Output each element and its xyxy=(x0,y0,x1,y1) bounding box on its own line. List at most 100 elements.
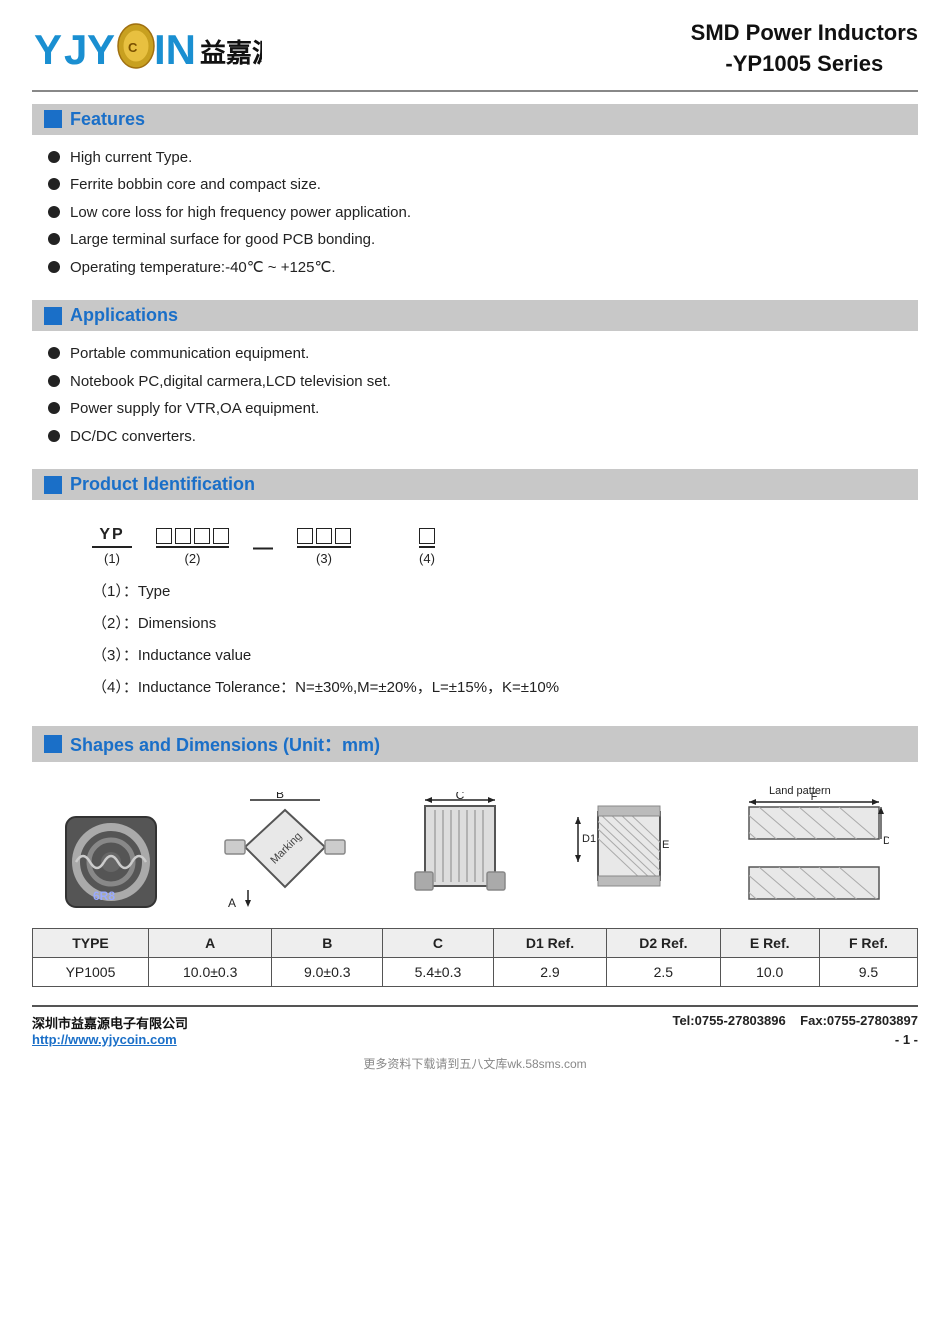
bullet-icon xyxy=(48,151,60,163)
product-id-title: Product Identification xyxy=(70,474,255,495)
inductor-svg: 6R8 xyxy=(61,812,161,912)
product-id-diagram: YP (1) (2) — (3) xyxy=(32,508,918,572)
svg-text:Land pattern: Land pattern xyxy=(769,785,831,797)
pid-group-4: (4) xyxy=(419,528,435,566)
svg-text:A: A xyxy=(228,896,236,910)
svg-text:B: B xyxy=(276,792,284,801)
bullet-icon xyxy=(48,261,60,273)
shapes-title: Shapes and Dimensions (Unit：mm) xyxy=(70,731,380,757)
company-name: 深圳市益嘉源电子有限公司 xyxy=(32,1013,188,1032)
logo-svg: Y J Y C IN 益嘉源 xyxy=(32,18,262,76)
footer-tel: Tel:0755-27803896 xyxy=(672,1013,785,1028)
cell-f: 9.5 xyxy=(819,958,917,987)
logo-area: Y J Y C IN 益嘉源 xyxy=(32,18,262,76)
svg-text:C: C xyxy=(456,792,465,802)
footer: 深圳市益嘉源电子有限公司 http://www.yjycoin.com Tel:… xyxy=(32,1005,918,1047)
table-header-type: TYPE xyxy=(33,929,149,958)
table-header-d1: D1 Ref. xyxy=(493,929,606,958)
pid-box xyxy=(213,528,229,544)
pid-boxes-2 xyxy=(156,528,229,548)
front-view-svg-wrapper: C xyxy=(410,792,510,912)
table-row: YP1005 10.0±0.3 9.0±0.3 5.4±0.3 2.9 2.5 … xyxy=(33,958,918,987)
svg-text:F: F xyxy=(811,791,818,803)
features-section-bar: Features xyxy=(32,104,918,135)
pid-box xyxy=(194,528,210,544)
cell-a: 10.0±0.3 xyxy=(148,958,271,987)
cell-d1: 2.9 xyxy=(493,958,606,987)
bullet-icon xyxy=(48,206,60,218)
product-id-section-bar: Product Identification xyxy=(32,469,918,500)
svg-text:E: E xyxy=(662,839,669,851)
svg-text:J: J xyxy=(64,26,87,73)
svg-text:6R8: 6R8 xyxy=(93,889,115,903)
product-id-icon xyxy=(44,476,62,494)
dimensions-table: TYPE A B C D1 Ref. D2 Ref. E Ref. F Ref.… xyxy=(32,928,918,987)
bullet-icon xyxy=(48,430,60,442)
applications-title: Applications xyxy=(70,305,178,326)
features-icon xyxy=(44,110,62,128)
pid-group-2: (2) xyxy=(156,528,229,566)
table-header-d2: D2 Ref. xyxy=(607,929,720,958)
page: Y J Y C IN 益嘉源 SMD Power Inductors -YP10… xyxy=(0,0,950,1344)
list-item: Operating temperature:-40℃ ~ +125℃. xyxy=(48,257,918,280)
footer-left: 深圳市益嘉源电子有限公司 http://www.yjycoin.com xyxy=(32,1013,188,1047)
cell-c: 5.4±0.3 xyxy=(383,958,494,987)
pid-num-1: (1) xyxy=(104,551,120,566)
applications-section-bar: Applications xyxy=(32,300,918,331)
land-pattern-svg-wrapper: Land pattern F xyxy=(739,782,889,912)
pid-box xyxy=(419,528,435,544)
pid-labels: （1）：Type （2）：Dimensions （3）：Inductance v… xyxy=(32,572,918,714)
inductor-photo: 6R8 xyxy=(61,812,161,912)
bullet-icon xyxy=(48,347,60,359)
side-view-svg: D1 E xyxy=(570,792,680,912)
pid-box xyxy=(156,528,172,544)
pid-group-1: YP (1) xyxy=(92,526,132,566)
table-header-b: B xyxy=(272,929,383,958)
website-link[interactable]: http://www.yjycoin.com xyxy=(32,1032,177,1047)
list-item: Notebook PC,digital carmera,LCD televisi… xyxy=(48,371,918,394)
table-header-f: F Ref. xyxy=(819,929,917,958)
pid-yp-label: YP xyxy=(92,526,132,548)
top-view-svg-wrapper: B Marking A xyxy=(220,792,350,912)
bullet-icon xyxy=(48,402,60,414)
svg-text:D1: D1 xyxy=(582,833,596,845)
pid-box xyxy=(175,528,191,544)
table-header-a: A xyxy=(148,929,271,958)
pid-box xyxy=(297,528,313,544)
pid-boxes-4 xyxy=(419,528,435,548)
svg-text:C: C xyxy=(128,40,138,55)
shapes-icon xyxy=(44,735,62,753)
table-header-c: C xyxy=(383,929,494,958)
svg-text:益嘉源: 益嘉源 xyxy=(200,38,262,68)
front-view-svg: C xyxy=(410,792,510,912)
side-view-svg-wrapper: D1 E xyxy=(570,792,680,912)
cell-b: 9.0±0.3 xyxy=(272,958,383,987)
shapes-images: 6R8 B Marking A xyxy=(32,770,918,920)
pid-legend-2: （2）：Dimensions xyxy=(92,612,886,636)
cell-e: 10.0 xyxy=(720,958,819,987)
footer-fax: Fax:0755-27803897 xyxy=(800,1013,918,1028)
list-item: Low core loss for high frequency power a… xyxy=(48,202,918,225)
page-number: - 1 - xyxy=(672,1032,918,1047)
pid-group-3: (3) xyxy=(297,528,351,566)
land-pattern-svg: Land pattern F xyxy=(739,782,889,912)
pid-num-2: (2) xyxy=(185,551,201,566)
pid-legend-3: （3）：Inductance value xyxy=(92,644,886,668)
list-item: Ferrite bobbin core and compact size. xyxy=(48,174,918,197)
pid-legend-1: （1）：Type xyxy=(92,580,886,604)
top-view-svg: B Marking A xyxy=(220,792,350,912)
cell-d2: 2.5 xyxy=(607,958,720,987)
header: Y J Y C IN 益嘉源 SMD Power Inductors -YP10… xyxy=(32,18,918,92)
table-header-e: E Ref. xyxy=(720,929,819,958)
applications-icon xyxy=(44,307,62,325)
pid-dash: — xyxy=(253,537,273,566)
footer-right: Tel:0755-27803896 Fax:0755-27803897 - 1 … xyxy=(672,1013,918,1047)
pid-legend-4: （4）：Inductance Tolerance：N=±30%,M=±20%，L… xyxy=(92,676,886,700)
list-item: Large terminal surface for good PCB bond… xyxy=(48,229,918,252)
svg-text:Y: Y xyxy=(87,26,115,73)
bullet-icon xyxy=(48,233,60,245)
pid-box xyxy=(335,528,351,544)
bullet-icon xyxy=(48,375,60,387)
cell-type: YP1005 xyxy=(33,958,149,987)
list-item: Power supply for VTR,OA equipment. xyxy=(48,398,918,421)
